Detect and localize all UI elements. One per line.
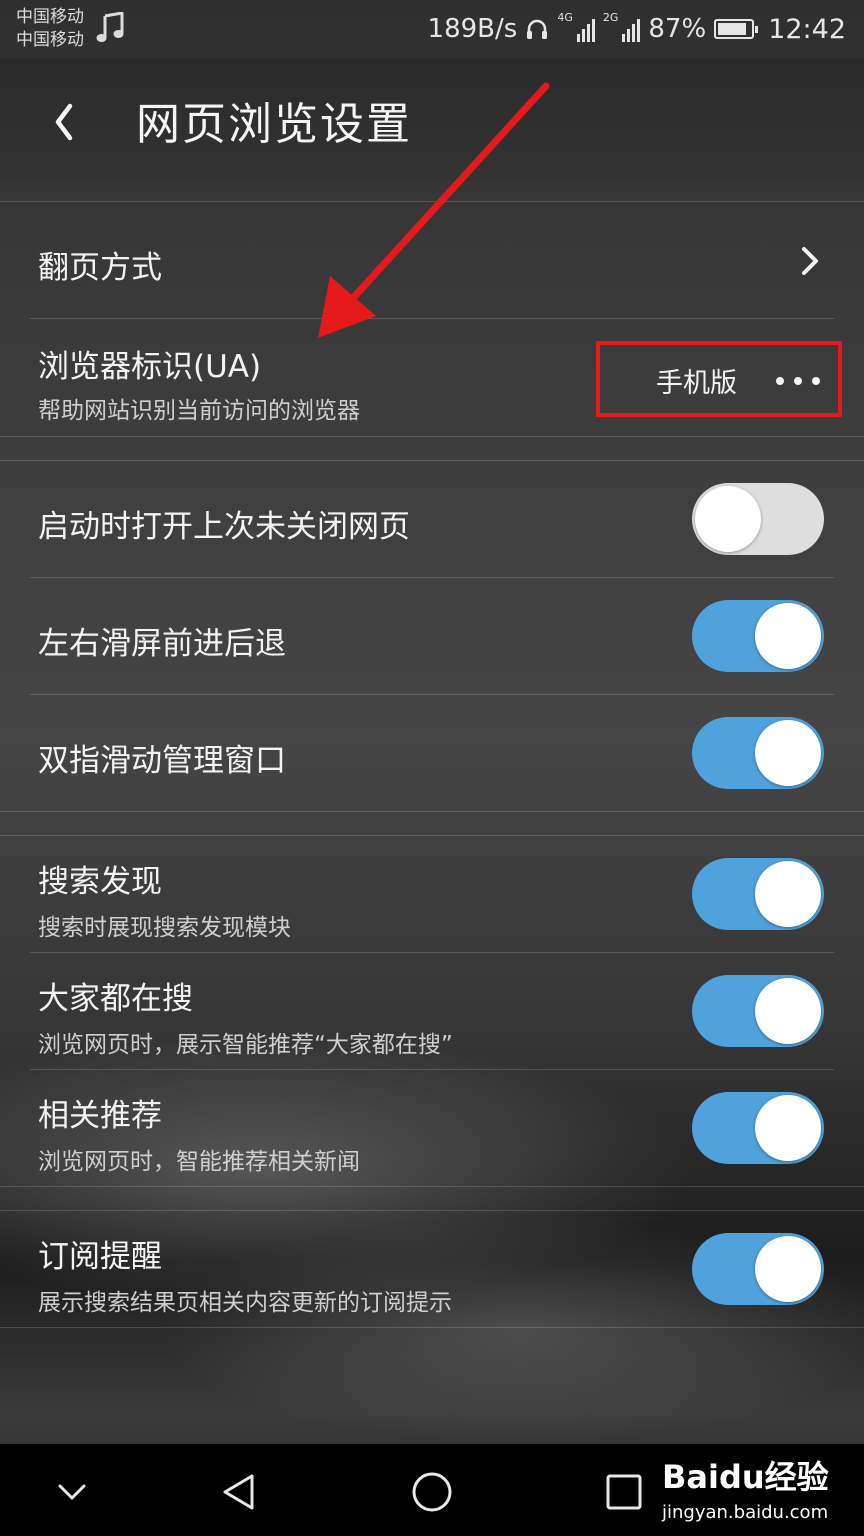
row-two-finger[interactable]: 双指滑动管理窗口 bbox=[0, 695, 864, 811]
trending-search-label: 大家都在搜 bbox=[38, 981, 193, 1017]
row-user-agent[interactable]: 浏览器标识(UA) 帮助网站识别当前访问的浏览器 手机版 bbox=[0, 319, 864, 436]
related-recommend-label: 相关推荐 bbox=[38, 1098, 162, 1134]
search-discover-label: 搜索发现 bbox=[38, 864, 162, 900]
subscribe-reminder-label: 订阅提醒 bbox=[38, 1239, 162, 1275]
swipe-nav-label: 左右滑屏前进后退 bbox=[38, 626, 286, 662]
swipe-nav-toggle[interactable] bbox=[692, 600, 824, 672]
toggle-knob bbox=[695, 486, 761, 552]
row-restore-tabs[interactable]: 启动时打开上次未关闭网页 bbox=[0, 461, 864, 578]
recents-square-icon[interactable] bbox=[600, 1468, 648, 1516]
subscribe-reminder-description: 展示搜索结果页相关内容更新的订阅提示 bbox=[38, 1290, 452, 1316]
watermark-brand: Baidu经验 bbox=[662, 1458, 829, 1496]
trending-search-description: 浏览网页时，展示智能推荐“大家都在搜” bbox=[38, 1032, 453, 1058]
baidu-jingyan-watermark: Baidu经验 jingyan.baidu.com bbox=[660, 1444, 864, 1536]
section-subscribe: 订阅提醒 展示搜索结果页相关内容更新的订阅提示 bbox=[0, 1210, 864, 1328]
net-4g-label: 4G bbox=[557, 11, 573, 24]
section-search: 搜索发现 搜索时展现搜索发现模块 大家都在搜 浏览网页时，展示智能推荐“大家都在… bbox=[0, 835, 864, 1187]
ua-description: 帮助网站识别当前访问的浏览器 bbox=[38, 398, 360, 424]
net-2g-label: 2G bbox=[602, 11, 619, 24]
page-turn-label: 翻页方式 bbox=[38, 250, 162, 286]
music-note-icon bbox=[96, 12, 124, 42]
two-finger-toggle[interactable] bbox=[692, 717, 824, 789]
status-icons: 189B/s 4G 2G 87% 12:42 bbox=[428, 12, 846, 46]
toggle-knob bbox=[755, 603, 821, 669]
row-trending-search[interactable]: 大家都在搜 浏览网页时，展示智能推荐“大家都在搜” bbox=[0, 953, 864, 1070]
chevron-left-icon[interactable] bbox=[40, 92, 90, 152]
two-finger-label: 双指滑动管理窗口 bbox=[38, 743, 286, 779]
app-header: 网页浏览设置 bbox=[0, 58, 864, 182]
status-bar: 中国移动 中国移动 189B/s 4G 2G 87% 12:42 bbox=[0, 0, 864, 58]
row-page-turn[interactable]: 翻页方式 bbox=[0, 202, 864, 319]
toggle-knob bbox=[755, 1236, 821, 1302]
net-speed: 189B/s bbox=[427, 14, 518, 44]
more-dots-icon[interactable] bbox=[774, 375, 822, 387]
related-recommend-toggle[interactable] bbox=[692, 1092, 824, 1164]
system-nav-bar: Baidu经验 jingyan.baidu.com bbox=[0, 1444, 864, 1536]
carrier-1: 中国移动 bbox=[16, 7, 84, 27]
related-recommend-description: 浏览网页时，智能推荐相关新闻 bbox=[38, 1149, 360, 1175]
ua-label: 浏览器标识(UA) bbox=[38, 349, 262, 385]
signal-icon-2 bbox=[622, 16, 641, 42]
subscribe-reminder-toggle[interactable] bbox=[692, 1233, 824, 1305]
trending-search-toggle[interactable] bbox=[692, 975, 824, 1047]
home-circle-icon[interactable] bbox=[408, 1468, 456, 1516]
watermark-url: jingyan.baidu.com bbox=[662, 1502, 829, 1523]
chevron-down-icon[interactable] bbox=[48, 1468, 96, 1516]
toggle-knob bbox=[755, 978, 821, 1044]
signal-icon bbox=[576, 16, 595, 42]
section-gestures: 启动时打开上次未关闭网页 左右滑屏前进后退 双指滑动管理窗口 bbox=[0, 460, 864, 812]
clock: 12:42 bbox=[768, 13, 846, 45]
toggle-knob bbox=[755, 1095, 821, 1161]
battery-icon bbox=[714, 19, 759, 39]
back-triangle-icon[interactable] bbox=[216, 1468, 264, 1516]
chevron-right-icon bbox=[802, 247, 818, 275]
row-search-discover[interactable]: 搜索发现 搜索时展现搜索发现模块 bbox=[0, 836, 864, 953]
ua-value: 手机版 bbox=[656, 368, 737, 399]
battery-percent: 87% bbox=[648, 14, 707, 44]
headset-icon bbox=[527, 19, 548, 39]
ua-value-highlight[interactable]: 手机版 bbox=[596, 341, 842, 417]
search-discover-toggle[interactable] bbox=[692, 858, 824, 930]
page-title: 网页浏览设置 bbox=[136, 99, 412, 150]
row-related-recommend[interactable]: 相关推荐 浏览网页时，智能推荐相关新闻 bbox=[0, 1070, 864, 1186]
carrier-labels: 中国移动 中国移动 bbox=[16, 6, 84, 52]
carrier-2: 中国移动 bbox=[16, 30, 84, 50]
toggle-knob bbox=[755, 720, 821, 786]
restore-tabs-label: 启动时打开上次未关闭网页 bbox=[38, 509, 410, 545]
section-general: 翻页方式 浏览器标识(UA) 帮助网站识别当前访问的浏览器 手机版 bbox=[0, 201, 864, 437]
search-discover-description: 搜索时展现搜索发现模块 bbox=[38, 915, 291, 941]
restore-tabs-toggle[interactable] bbox=[692, 483, 824, 555]
row-subscribe-reminder[interactable]: 订阅提醒 展示搜索结果页相关内容更新的订阅提示 bbox=[0, 1211, 864, 1327]
toggle-knob bbox=[755, 861, 821, 927]
row-swipe-nav[interactable]: 左右滑屏前进后退 bbox=[0, 578, 864, 695]
